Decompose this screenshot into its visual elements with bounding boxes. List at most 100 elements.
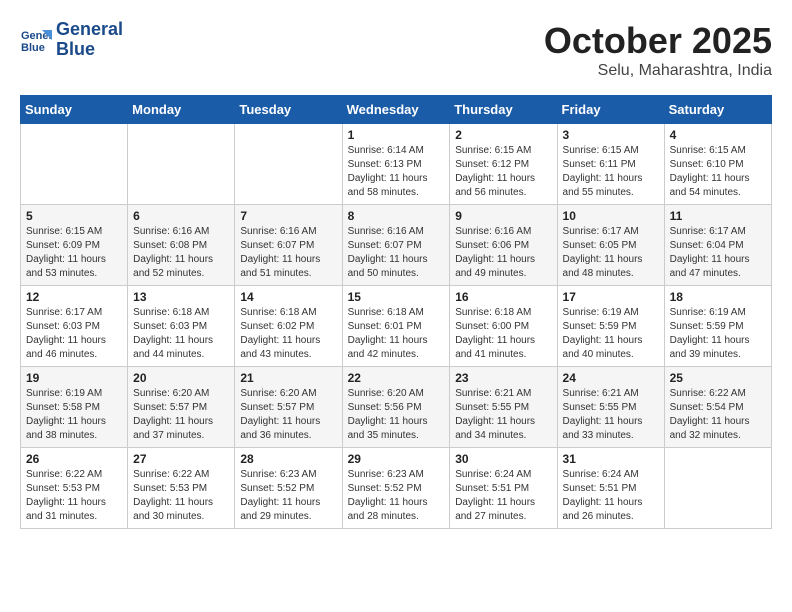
day-info: Sunrise: 6:20 AM Sunset: 5:57 PM Dayligh…	[133, 387, 229, 443]
day-number: 31	[563, 452, 659, 466]
calendar-day-cell: 20 Sunrise: 6:20 AM Sunset: 5:57 PM Dayli…	[128, 367, 235, 448]
day-number: 18	[670, 290, 766, 304]
day-info: Sunrise: 6:24 AM Sunset: 5:51 PM Dayligh…	[563, 468, 659, 524]
day-number: 19	[26, 371, 122, 385]
day-of-week-header: Monday	[128, 96, 235, 124]
day-number: 24	[563, 371, 659, 385]
day-info: Sunrise: 6:21 AM Sunset: 5:55 PM Dayligh…	[563, 387, 659, 443]
day-number: 27	[133, 452, 229, 466]
day-number: 28	[240, 452, 336, 466]
day-info: Sunrise: 6:15 AM Sunset: 6:10 PM Dayligh…	[670, 144, 766, 200]
calendar-day-cell: 5 Sunrise: 6:15 AM Sunset: 6:09 PM Daylig…	[21, 205, 128, 286]
day-of-week-header: Thursday	[450, 96, 557, 124]
logo-text: General Blue	[56, 20, 123, 60]
calendar-day-cell: 22 Sunrise: 6:20 AM Sunset: 5:56 PM Dayli…	[342, 367, 450, 448]
day-info: Sunrise: 6:16 AM Sunset: 6:07 PM Dayligh…	[240, 225, 336, 281]
day-of-week-header: Tuesday	[235, 96, 342, 124]
day-info: Sunrise: 6:18 AM Sunset: 6:00 PM Dayligh…	[455, 306, 551, 362]
day-number: 25	[670, 371, 766, 385]
calendar-day-cell: 13 Sunrise: 6:18 AM Sunset: 6:03 PM Dayli…	[128, 286, 235, 367]
calendar-table: SundayMondayTuesdayWednesdayThursdayFrid…	[20, 95, 772, 529]
day-number: 21	[240, 371, 336, 385]
day-info: Sunrise: 6:16 AM Sunset: 6:06 PM Dayligh…	[455, 225, 551, 281]
day-number: 3	[563, 128, 659, 142]
day-number: 5	[26, 209, 122, 223]
calendar-day-cell: 21 Sunrise: 6:20 AM Sunset: 5:57 PM Dayli…	[235, 367, 342, 448]
day-info: Sunrise: 6:23 AM Sunset: 5:52 PM Dayligh…	[240, 468, 336, 524]
day-info: Sunrise: 6:18 AM Sunset: 6:02 PM Dayligh…	[240, 306, 336, 362]
calendar-day-cell: 27 Sunrise: 6:22 AM Sunset: 5:53 PM Dayli…	[128, 448, 235, 529]
day-number: 17	[563, 290, 659, 304]
calendar-week-row: 26 Sunrise: 6:22 AM Sunset: 5:53 PM Dayli…	[21, 448, 772, 529]
day-info: Sunrise: 6:20 AM Sunset: 5:57 PM Dayligh…	[240, 387, 336, 443]
calendar-day-cell: 26 Sunrise: 6:22 AM Sunset: 5:53 PM Dayli…	[21, 448, 128, 529]
calendar-day-cell: 15Sunrise: 6:18 AM Sunset: 6:01 PM Dayli…	[342, 286, 450, 367]
day-of-week-header: Friday	[557, 96, 664, 124]
day-number: 30	[455, 452, 551, 466]
month-title: October 2025	[544, 20, 772, 62]
day-info: Sunrise: 6:15 AM Sunset: 6:11 PM Dayligh…	[563, 144, 659, 200]
day-info: Sunrise: 6:15 AM Sunset: 6:09 PM Dayligh…	[26, 225, 122, 281]
calendar-day-cell: 8Sunrise: 6:16 AM Sunset: 6:07 PM Daylig…	[342, 205, 450, 286]
calendar-week-row: 19 Sunrise: 6:19 AM Sunset: 5:58 PM Dayli…	[21, 367, 772, 448]
day-number: 7	[240, 209, 336, 223]
calendar-week-row: 12 Sunrise: 6:17 AM Sunset: 6:03 PM Dayli…	[21, 286, 772, 367]
calendar-day-cell: 28 Sunrise: 6:23 AM Sunset: 5:52 PM Dayli…	[235, 448, 342, 529]
day-info: Sunrise: 6:17 AM Sunset: 6:05 PM Dayligh…	[563, 225, 659, 281]
day-info: Sunrise: 6:22 AM Sunset: 5:53 PM Dayligh…	[26, 468, 122, 524]
calendar-week-row: 5 Sunrise: 6:15 AM Sunset: 6:09 PM Daylig…	[21, 205, 772, 286]
day-number: 20	[133, 371, 229, 385]
day-info: Sunrise: 6:23 AM Sunset: 5:52 PM Dayligh…	[348, 468, 445, 524]
day-info: Sunrise: 6:18 AM Sunset: 6:01 PM Dayligh…	[348, 306, 445, 362]
calendar-day-cell: 29 Sunrise: 6:23 AM Sunset: 5:52 PM Dayli…	[342, 448, 450, 529]
calendar-day-cell: 16 Sunrise: 6:18 AM Sunset: 6:00 PM Dayli…	[450, 286, 557, 367]
calendar-day-cell: 2 Sunrise: 6:15 AM Sunset: 6:12 PM Daylig…	[450, 124, 557, 205]
calendar-empty-cell	[21, 124, 128, 205]
day-info: Sunrise: 6:19 AM Sunset: 5:59 PM Dayligh…	[670, 306, 766, 362]
day-number: 13	[133, 290, 229, 304]
day-number: 10	[563, 209, 659, 223]
calendar-day-cell: 14 Sunrise: 6:18 AM Sunset: 6:02 PM Dayli…	[235, 286, 342, 367]
calendar-day-cell: 9Sunrise: 6:16 AM Sunset: 6:06 PM Daylig…	[450, 205, 557, 286]
day-of-week-header: Wednesday	[342, 96, 450, 124]
day-info: Sunrise: 6:19 AM Sunset: 5:58 PM Dayligh…	[26, 387, 122, 443]
calendar-empty-cell	[235, 124, 342, 205]
day-number: 6	[133, 209, 229, 223]
day-number: 1	[348, 128, 445, 142]
day-number: 12	[26, 290, 122, 304]
calendar-day-cell: 31 Sunrise: 6:24 AM Sunset: 5:51 PM Dayli…	[557, 448, 664, 529]
day-number: 8	[348, 209, 445, 223]
title-section: October 2025 Selu, Maharashtra, India	[544, 20, 772, 80]
day-info: Sunrise: 6:22 AM Sunset: 5:54 PM Dayligh…	[670, 387, 766, 443]
day-number: 22	[348, 371, 445, 385]
day-number: 14	[240, 290, 336, 304]
calendar-day-cell: 1 Sunrise: 6:14 AM Sunset: 6:13 PM Daylig…	[342, 124, 450, 205]
day-number: 2	[455, 128, 551, 142]
calendar-day-cell: 19 Sunrise: 6:19 AM Sunset: 5:58 PM Dayli…	[21, 367, 128, 448]
calendar-day-cell: 30Sunrise: 6:24 AM Sunset: 5:51 PM Dayli…	[450, 448, 557, 529]
calendar-empty-cell	[128, 124, 235, 205]
calendar-day-cell: 18 Sunrise: 6:19 AM Sunset: 5:59 PM Dayli…	[664, 286, 771, 367]
calendar-day-cell: 10 Sunrise: 6:17 AM Sunset: 6:05 PM Dayli…	[557, 205, 664, 286]
calendar-empty-cell	[664, 448, 771, 529]
day-info: Sunrise: 6:17 AM Sunset: 6:04 PM Dayligh…	[670, 225, 766, 281]
day-info: Sunrise: 6:20 AM Sunset: 5:56 PM Dayligh…	[348, 387, 445, 443]
location: Selu, Maharashtra, India	[544, 62, 772, 80]
day-info: Sunrise: 6:19 AM Sunset: 5:59 PM Dayligh…	[563, 306, 659, 362]
calendar-day-cell: 4Sunrise: 6:15 AM Sunset: 6:10 PM Daylig…	[664, 124, 771, 205]
calendar-day-cell: 6Sunrise: 6:16 AM Sunset: 6:08 PM Daylig…	[128, 205, 235, 286]
day-info: Sunrise: 6:22 AM Sunset: 5:53 PM Dayligh…	[133, 468, 229, 524]
calendar-day-cell: 25 Sunrise: 6:22 AM Sunset: 5:54 PM Dayli…	[664, 367, 771, 448]
day-info: Sunrise: 6:14 AM Sunset: 6:13 PM Dayligh…	[348, 144, 445, 200]
day-number: 26	[26, 452, 122, 466]
day-info: Sunrise: 6:21 AM Sunset: 5:55 PM Dayligh…	[455, 387, 551, 443]
day-info: Sunrise: 6:17 AM Sunset: 6:03 PM Dayligh…	[26, 306, 122, 362]
day-info: Sunrise: 6:15 AM Sunset: 6:12 PM Dayligh…	[455, 144, 551, 200]
svg-text:Blue: Blue	[21, 42, 45, 54]
calendar-day-cell: 11Sunrise: 6:17 AM Sunset: 6:04 PM Dayli…	[664, 205, 771, 286]
calendar-day-cell: 24 Sunrise: 6:21 AM Sunset: 5:55 PM Dayli…	[557, 367, 664, 448]
day-info: Sunrise: 6:18 AM Sunset: 6:03 PM Dayligh…	[133, 306, 229, 362]
calendar-week-row: 1 Sunrise: 6:14 AM Sunset: 6:13 PM Daylig…	[21, 124, 772, 205]
day-number: 29	[348, 452, 445, 466]
day-number: 16	[455, 290, 551, 304]
